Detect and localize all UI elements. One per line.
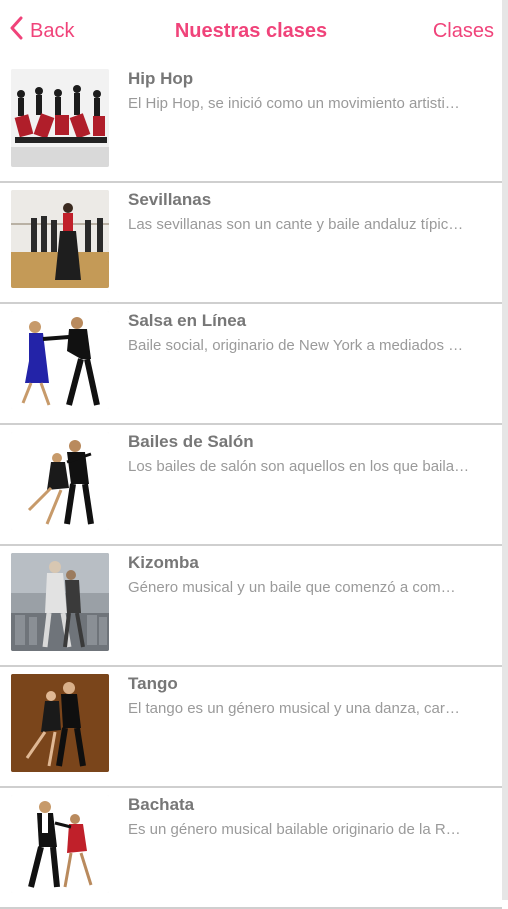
class-name: Salsa en Línea — [128, 311, 247, 330]
list-item[interactable]: Bailes de Salón Los bailes de salón son … — [0, 425, 502, 546]
salsa-thumbnail — [11, 311, 109, 409]
list-item[interactable]: Hip Hop El Hip Hop, se inició como un mo… — [0, 62, 502, 183]
page-title: Nuestras clases — [174, 19, 328, 42]
class-description: Los bailes de salón son aquellos en los … — [128, 458, 470, 475]
class-name: Bailes de Salón — [128, 432, 254, 451]
class-description: Baile social, originario de New York a m… — [128, 337, 464, 354]
back-label: Back — [30, 19, 75, 42]
list-item[interactable]: Kizomba Género musical y un baile que co… — [0, 546, 502, 667]
chevron-left-icon — [8, 16, 24, 46]
bachata-thumbnail — [11, 795, 109, 893]
list-item[interactable]: Salsa en Línea Baile social, originario … — [0, 304, 502, 425]
class-name: Tango — [128, 674, 178, 693]
sevillanas-thumbnail — [11, 190, 109, 288]
class-description: Es un género musical bailable originario… — [128, 821, 461, 838]
class-description: Las sevillanas son un cante y baile anda… — [128, 216, 464, 233]
list-item[interactable]: Tango El tango es un género musical y un… — [0, 667, 502, 788]
class-name: Bachata — [128, 795, 195, 814]
ballroom-thumbnail — [11, 432, 109, 530]
class-name: Hip Hop — [128, 69, 194, 88]
app-window: Back Nuestras clases Clases Hip Hop El H… — [0, 0, 508, 909]
class-name: Sevillanas — [128, 190, 212, 209]
back-button[interactable]: Back — [8, 14, 74, 48]
list-item-text: Salsa en Línea Baile social, originario … — [128, 311, 502, 355]
list-item[interactable]: Sevillanas Las sevillanas son un cante y… — [0, 183, 502, 304]
class-description: El tango es un género musical y una danz… — [128, 700, 460, 717]
tango-thumbnail — [11, 674, 109, 772]
class-list: Hip Hop El Hip Hop, se inició como un mo… — [0, 62, 502, 909]
hip-hop-thumbnail — [11, 69, 109, 167]
classes-button[interactable]: Clases — [433, 14, 494, 48]
list-item-text: Bachata Es un género musical bailable or… — [128, 795, 502, 839]
navigation-bar: Back Nuestras clases Clases — [0, 0, 502, 62]
list-item-text: Kizomba Género musical y un baile que co… — [128, 553, 502, 597]
list-item-text: Hip Hop El Hip Hop, se inició como un mo… — [128, 69, 502, 113]
list-item[interactable]: Bachata Es un género musical bailable or… — [0, 788, 502, 909]
list-item-text: Bailes de Salón Los bailes de salón son … — [128, 432, 502, 476]
list-item-text: Tango El tango es un género musical y un… — [128, 674, 502, 718]
list-item-text: Sevillanas Las sevillanas son un cante y… — [128, 190, 502, 234]
class-description: El Hip Hop, se inició como un movimiento… — [128, 95, 460, 112]
class-description: Género musical y un baile que comenzó a … — [128, 579, 456, 596]
class-name: Kizomba — [128, 553, 199, 572]
kizomba-thumbnail — [11, 553, 109, 651]
